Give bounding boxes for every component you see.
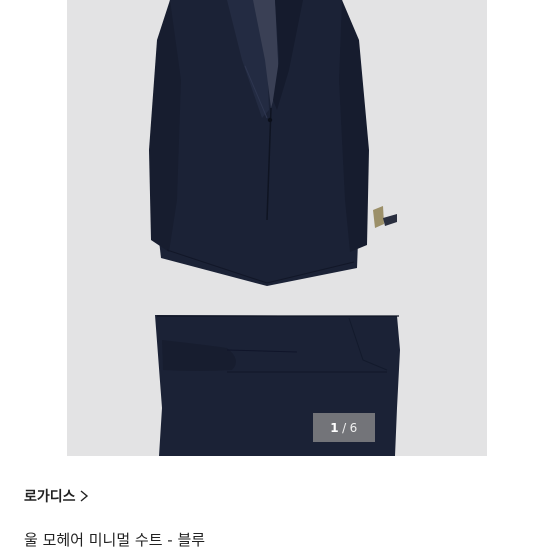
image-counter: 1 / 6 (313, 413, 375, 442)
image-counter-separator: / (342, 420, 347, 435)
brand-link[interactable]: 로가디스 (24, 486, 90, 506)
brand-name: 로가디스 (24, 489, 76, 505)
image-counter-current: 1 (330, 420, 340, 435)
image-counter-total: 6 (349, 420, 358, 435)
product-image (149, 0, 400, 456)
product-image-gallery[interactable]: 1 / 6 (67, 0, 487, 456)
chevron-right-icon (80, 490, 88, 502)
product-title: 울 모헤어 미니멀 수트 - 블루 (24, 531, 206, 549)
product-page: 1 / 6 로가디스 울 모헤어 미니멀 수트 - 블루 (0, 0, 554, 554)
